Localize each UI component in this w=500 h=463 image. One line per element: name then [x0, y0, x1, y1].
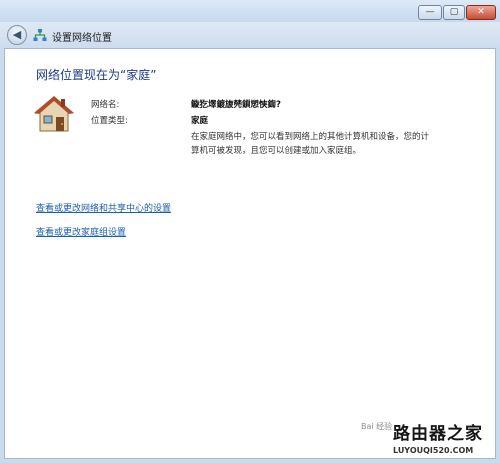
window: — ▢ ✕ ◀ 设置网络位置 网络位置现在为“家庭” 网络名: 鏇犵墿鍍旇棾鎻愬… — [0, 0, 500, 463]
watermark-brand: 路由器之家 — [393, 424, 483, 444]
maximize-button[interactable]: ▢ — [443, 5, 465, 20]
close-button[interactable]: ✕ — [466, 5, 496, 20]
title-bar: — ▢ ✕ — [0, 0, 500, 22]
homegroup-link[interactable]: 查看或更改家庭组设置 — [36, 225, 126, 238]
location-type-value: 家庭 — [191, 116, 209, 126]
network-center-link[interactable]: 查看或更改网络和共享中心的设置 — [36, 201, 171, 214]
network-name-value: 鏇犵墿鍍旇棾鎻愬悏鍧? — [191, 100, 281, 110]
location-description: 在家庭网络中，您可以看到网络上的其他计算机和设备，您的计算机可被发现，且您可以创… — [191, 132, 430, 156]
location-type-label: 位置类型: — [91, 116, 128, 126]
house-icon — [34, 96, 74, 132]
watermark: Bai 经验 路由器之家 LUYOUQI520.COM — [361, 419, 497, 461]
baidu-watermark: Bai 经验 — [361, 422, 393, 431]
minimize-button[interactable]: — — [418, 5, 442, 20]
back-arrow-icon[interactable]: ◀ — [7, 25, 27, 45]
network-name-label: 网络名: — [91, 100, 120, 110]
address-bar: ◀ 设置网络位置 — [0, 22, 500, 48]
breadcrumb: 设置网络位置 — [52, 33, 112, 44]
network-icon — [33, 29, 47, 41]
watermark-url: LUYOUQI520.COM — [393, 446, 474, 455]
content-pane: 网络位置现在为“家庭” 网络名: 鏇犵墿鍍旇棾鎻愬悏鍧? 位置类型: 家庭 在家… — [4, 48, 496, 459]
page-title: 网络位置现在为“家庭” — [36, 68, 157, 82]
